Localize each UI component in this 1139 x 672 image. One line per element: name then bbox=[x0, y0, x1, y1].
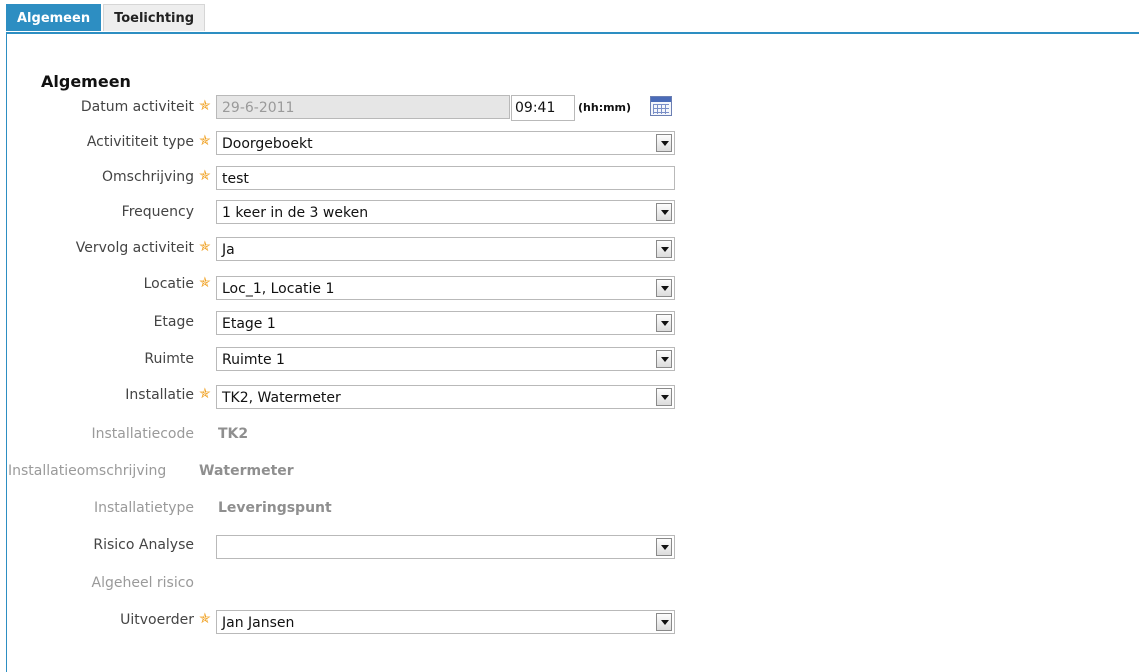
installatieomschrijving-label: Installatieomschrijving bbox=[8, 463, 167, 479]
frequency-value: 1 keer in de 3 weken bbox=[222, 205, 369, 221]
chevron-down-icon[interactable] bbox=[656, 279, 672, 297]
ruimte-select[interactable]: Ruimte 1 bbox=[216, 347, 675, 371]
algeheel-label: Algeheel risico bbox=[91, 575, 195, 591]
chevron-down-icon[interactable] bbox=[656, 388, 672, 406]
required-star-icon: ✯ bbox=[199, 133, 211, 149]
locatie-label: Locatie bbox=[143, 276, 194, 292]
chevron-down-icon[interactable] bbox=[656, 314, 672, 332]
chevron-down-icon[interactable] bbox=[656, 350, 672, 368]
omschrijving-input[interactable]: test bbox=[216, 166, 675, 190]
calendar-icon[interactable] bbox=[650, 96, 672, 116]
installatie-select[interactable]: TK2, Watermeter bbox=[216, 385, 675, 409]
time-input[interactable]: 09:41 bbox=[511, 95, 575, 121]
locatie-select[interactable]: Loc_1, Locatie 1 bbox=[216, 276, 675, 300]
etage-select[interactable]: Etage 1 bbox=[216, 311, 675, 335]
ruimte-label: Ruimte bbox=[144, 351, 194, 367]
tab-algemeen[interactable]: Algemeen bbox=[6, 4, 102, 31]
etage-label: Etage bbox=[153, 314, 194, 330]
vervolg-value: Ja bbox=[222, 242, 235, 258]
omschrijving-label: Omschrijving bbox=[102, 169, 194, 185]
type-select[interactable]: Doorgeboekt bbox=[216, 131, 675, 155]
installatie-value: TK2, Watermeter bbox=[222, 390, 341, 406]
datum-value: 29-6-2011 bbox=[222, 100, 295, 116]
time-value: 09:41 bbox=[515, 100, 556, 116]
omschrijving-value: test bbox=[222, 171, 249, 187]
vervolg-select[interactable]: Ja bbox=[216, 237, 675, 261]
installatietype-label: Installatietype bbox=[94, 500, 194, 516]
type-value: Doorgeboekt bbox=[222, 136, 313, 152]
time-format-hint: (hh:mm) bbox=[578, 101, 632, 114]
chevron-down-icon[interactable] bbox=[656, 538, 672, 556]
chevron-down-icon[interactable] bbox=[656, 240, 672, 258]
type-label: Activititeit type bbox=[86, 134, 194, 150]
required-star-icon: ✯ bbox=[199, 275, 211, 291]
ruimte-value: Ruimte 1 bbox=[222, 352, 285, 368]
datum-input[interactable]: 29-6-2011 bbox=[216, 95, 510, 119]
required-star-icon: ✯ bbox=[199, 611, 211, 627]
datum-label: Datum activiteit bbox=[80, 99, 194, 115]
frequency-label: Frequency bbox=[121, 204, 194, 220]
installatieomschrijving-value: Watermeter bbox=[199, 463, 294, 479]
risico-label: Risico Analyse bbox=[93, 537, 194, 553]
chevron-down-icon[interactable] bbox=[656, 613, 672, 631]
required-star-icon: ✯ bbox=[199, 98, 211, 114]
frequency-select[interactable]: 1 keer in de 3 weken bbox=[216, 200, 675, 224]
uitvoerder-select[interactable]: Jan Jansen bbox=[216, 610, 675, 634]
section-title: Algemeen bbox=[41, 72, 131, 91]
chevron-down-icon[interactable] bbox=[656, 203, 672, 221]
risico-select[interactable] bbox=[216, 535, 675, 559]
installatie-label: Installatie bbox=[125, 387, 194, 403]
etage-value: Etage 1 bbox=[222, 316, 276, 332]
uitvoerder-value: Jan Jansen bbox=[222, 615, 295, 631]
installatiecode-value: TK2 bbox=[218, 426, 249, 442]
vervolg-label: Vervolg activiteit bbox=[75, 240, 194, 256]
uitvoerder-label: Uitvoerder bbox=[120, 612, 194, 628]
tab-bar: Algemeen Toelichting bbox=[6, 4, 206, 32]
chevron-down-icon[interactable] bbox=[656, 134, 672, 152]
required-star-icon: ✯ bbox=[199, 239, 211, 255]
required-star-icon: ✯ bbox=[199, 168, 211, 184]
tab-toelichting[interactable]: Toelichting bbox=[103, 4, 206, 31]
installatiecode-label: Installatiecode bbox=[91, 426, 194, 442]
locatie-value: Loc_1, Locatie 1 bbox=[222, 281, 335, 297]
installatietype-value: Leveringspunt bbox=[218, 500, 332, 516]
required-star-icon: ✯ bbox=[199, 386, 211, 402]
